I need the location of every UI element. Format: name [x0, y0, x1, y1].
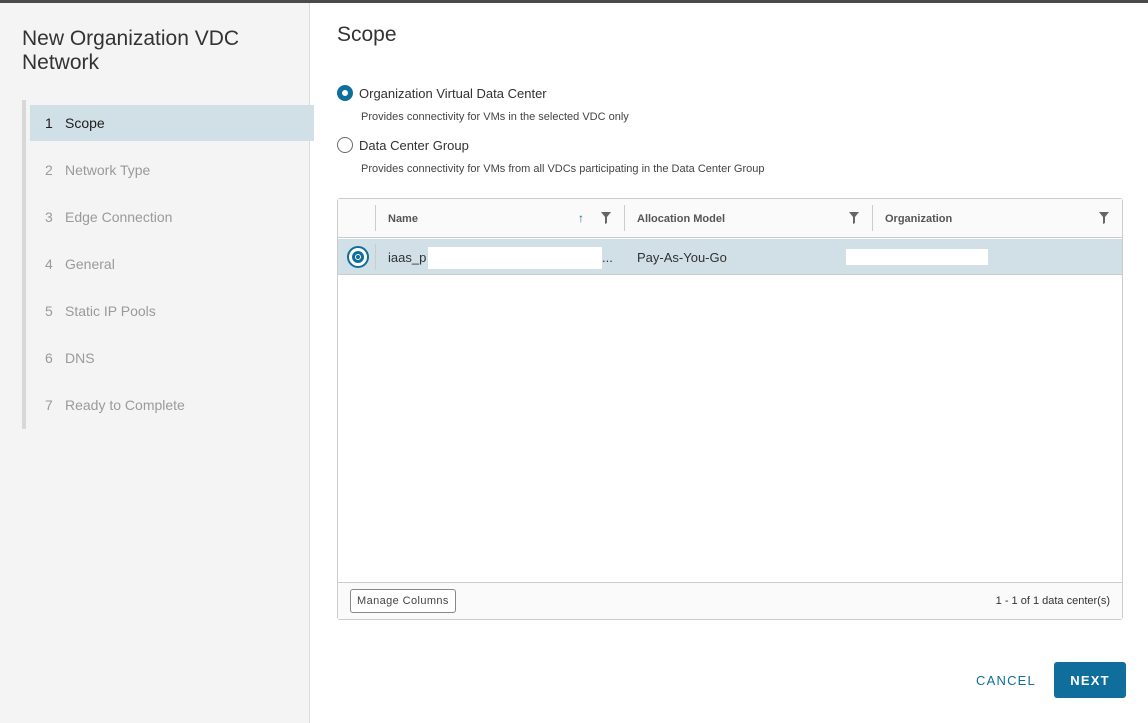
step-ready-to-complete[interactable]: 7 Ready to Complete	[30, 387, 314, 423]
column-separator	[375, 205, 376, 231]
column-title: Name	[388, 212, 418, 225]
step-number: 5	[45, 303, 53, 319]
option-help-text: Provides connectivity for VMs in the sel…	[361, 111, 629, 123]
option-help-text: Provides connectivity for VMs from all V…	[361, 163, 765, 175]
step-number: 6	[45, 350, 53, 366]
wizard-steps: 1 Scope 2 Network Type 3 Edge Connection…	[22, 100, 314, 429]
pagination-count: 1 - 1 of 1 data center(s)	[995, 595, 1110, 607]
column-header-name[interactable]: Name	[388, 199, 418, 238]
grid-footer: Manage Columns 1 - 1 of 1 data center(s)	[338, 582, 1122, 619]
step-general[interactable]: 4 General	[30, 246, 314, 282]
radio-org-vdc[interactable]	[337, 85, 353, 101]
step-number: 4	[45, 256, 53, 272]
step-label: General	[65, 256, 115, 272]
step-label: Static IP Pools	[65, 303, 156, 319]
row-select-radio[interactable]	[347, 246, 369, 268]
step-number: 3	[45, 209, 53, 225]
option-dc-group[interactable]: Data Center Group	[337, 137, 469, 153]
option-org-vdc[interactable]: Organization Virtual Data Center	[337, 85, 547, 101]
filter-icon[interactable]	[849, 212, 859, 224]
next-button[interactable]: NEXT	[1054, 662, 1126, 698]
column-separator	[624, 205, 625, 231]
ellipsis-text: ...	[602, 249, 613, 265]
page-title: Scope	[337, 23, 397, 46]
cell-allocation-model-text: Pay-As-You-Go	[637, 249, 727, 265]
column-title: Organization	[885, 212, 953, 225]
vdc-data-grid: Name ↑ Allocation Model Organization iaa…	[337, 198, 1123, 620]
column-separator	[872, 205, 873, 231]
option-label: Organization Virtual Data Center	[359, 85, 547, 101]
step-number: 7	[45, 397, 53, 413]
filter-icon[interactable]	[601, 212, 611, 224]
step-label: Ready to Complete	[65, 397, 185, 413]
step-label: Scope	[65, 115, 105, 131]
step-dns[interactable]: 6 DNS	[30, 340, 314, 376]
step-network-type[interactable]: 2 Network Type	[30, 152, 314, 188]
filter-icon[interactable]	[1099, 212, 1109, 224]
redacted-area	[428, 247, 602, 269]
wizard-sidebar: New Organization VDC Network 1 Scope 2 N…	[0, 3, 314, 723]
column-header-allocation-model[interactable]: Allocation Model	[637, 199, 725, 238]
column-separator	[375, 244, 376, 270]
step-scope[interactable]: 1 Scope	[30, 105, 314, 141]
redacted-area	[846, 249, 988, 265]
column-header-organization[interactable]: Organization	[885, 199, 952, 238]
column-title: Allocation Model	[637, 212, 725, 225]
wizard-title: New Organization VDC Network	[22, 27, 240, 74]
wizard-main: Scope Organization Virtual Data Center P…	[310, 3, 1148, 723]
table-row[interactable]: iaas_p ... Pay-As-You-Go	[338, 239, 1122, 275]
step-label: DNS	[65, 350, 95, 366]
cancel-button[interactable]: CANCEL	[971, 662, 1041, 698]
sort-ascending-icon[interactable]: ↑	[578, 211, 584, 225]
radio-dc-group[interactable]	[337, 137, 353, 153]
step-edge-connection[interactable]: 3 Edge Connection	[30, 199, 314, 235]
cell-name-ellipsis: ...	[602, 239, 613, 275]
step-label: Network Type	[65, 162, 151, 178]
step-static-ip-pools[interactable]: 5 Static IP Pools	[30, 293, 314, 329]
step-label: Edge Connection	[65, 209, 173, 225]
grid-header: Name ↑ Allocation Model Organization	[338, 199, 1122, 238]
step-number: 1	[45, 115, 53, 131]
step-number: 2	[45, 162, 53, 178]
cell-allocation-model: Pay-As-You-Go	[637, 239, 727, 275]
option-label: Data Center Group	[359, 137, 469, 153]
manage-columns-button[interactable]: Manage Columns	[350, 589, 456, 613]
cell-name-text: iaas_p	[388, 249, 427, 265]
row-select-cell[interactable]	[347, 239, 369, 275]
